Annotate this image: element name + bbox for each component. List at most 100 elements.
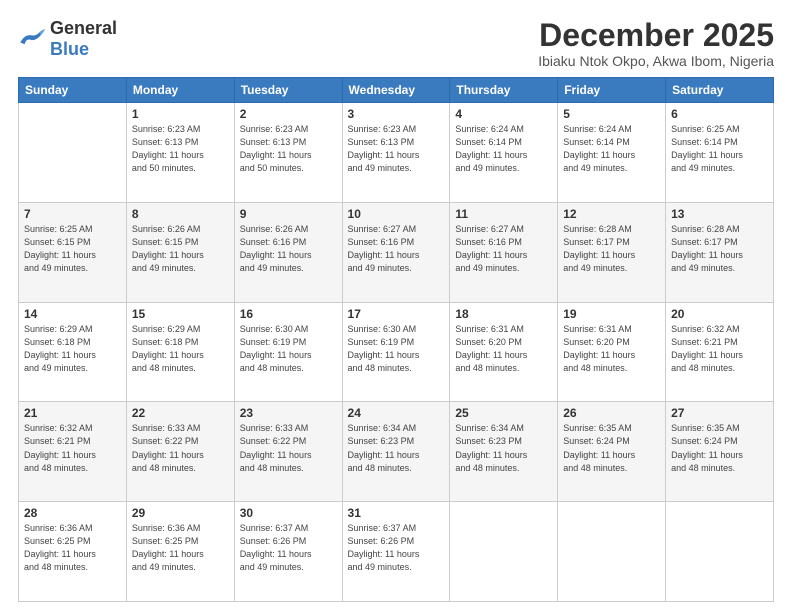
day-header-thursday: Thursday xyxy=(450,78,558,103)
cell-info: Sunrise: 6:26 AMSunset: 6:15 PMDaylight:… xyxy=(132,223,229,275)
calendar-cell: 2Sunrise: 6:23 AMSunset: 6:13 PMDaylight… xyxy=(234,103,342,203)
cell-info: Sunrise: 6:35 AMSunset: 6:24 PMDaylight:… xyxy=(671,422,768,474)
cell-info: Sunrise: 6:36 AMSunset: 6:25 PMDaylight:… xyxy=(132,522,229,574)
calendar-cell xyxy=(450,502,558,602)
cell-info: Sunrise: 6:36 AMSunset: 6:25 PMDaylight:… xyxy=(24,522,121,574)
cell-info: Sunrise: 6:31 AMSunset: 6:20 PMDaylight:… xyxy=(455,323,552,375)
calendar-header-row: SundayMondayTuesdayWednesdayThursdayFrid… xyxy=(19,78,774,103)
calendar-cell: 13Sunrise: 6:28 AMSunset: 6:17 PMDayligh… xyxy=(666,202,774,302)
month-title: December 2025 xyxy=(538,18,774,53)
day-number: 23 xyxy=(240,406,337,420)
cell-info: Sunrise: 6:28 AMSunset: 6:17 PMDaylight:… xyxy=(563,223,660,275)
calendar-cell: 21 Sunrise: 6:32 AMSunset: 6:21 PMDayligh… xyxy=(19,402,127,502)
location: Ibiaku Ntok Okpo, Akwa Ibom, Nigeria xyxy=(538,53,774,69)
day-number: 8 xyxy=(132,207,229,221)
day-number: 20 xyxy=(671,307,768,321)
calendar-cell: 20 Sunrise: 6:32 AMSunset: 6:21 PMDayligh… xyxy=(666,302,774,402)
calendar-cell xyxy=(666,502,774,602)
day-number: 29 xyxy=(132,506,229,520)
day-number: 21 xyxy=(24,406,121,420)
calendar-cell: 12 Sunrise: 6:28 AMSunset: 6:17 PMDayligh… xyxy=(558,202,666,302)
cell-info: Sunrise: 6:34 AMSunset: 6:23 PMDaylight:… xyxy=(455,422,552,474)
calendar-cell: 8 Sunrise: 6:26 AMSunset: 6:15 PMDaylight… xyxy=(126,202,234,302)
calendar-cell: 16 Sunrise: 6:30 AMSunset: 6:19 PMDayligh… xyxy=(234,302,342,402)
cell-info: Sunrise: 6:32 AMSunset: 6:21 PMDaylight:… xyxy=(671,323,768,375)
cell-info: Sunrise: 6:30 AMSunset: 6:19 PMDaylight:… xyxy=(348,323,445,375)
day-number: 28 xyxy=(24,506,121,520)
cell-info: Sunrise: 6:34 AMSunset: 6:23 PMDaylight:… xyxy=(348,422,445,474)
day-number: 25 xyxy=(455,406,552,420)
day-number: 10 xyxy=(348,207,445,221)
day-number: 22 xyxy=(132,406,229,420)
cell-info: Sunrise: 6:26 AMSunset: 6:16 PMDaylight:… xyxy=(240,223,337,275)
cell-info: Sunrise: 6:23 AMSunset: 6:13 PMDaylight:… xyxy=(240,123,337,175)
day-number: 18 xyxy=(455,307,552,321)
calendar-cell: 31Sunrise: 6:37 AMSunset: 6:26 PMDayligh… xyxy=(342,502,450,602)
calendar-cell: 18 Sunrise: 6:31 AMSunset: 6:20 PMDayligh… xyxy=(450,302,558,402)
cell-info: Sunrise: 6:37 AMSunset: 6:26 PMDaylight:… xyxy=(240,522,337,574)
calendar-table: SundayMondayTuesdayWednesdayThursdayFrid… xyxy=(18,77,774,602)
cell-info: Sunrise: 6:33 AMSunset: 6:22 PMDaylight:… xyxy=(240,422,337,474)
week-row-5: 28 Sunrise: 6:36 AMSunset: 6:25 PMDayligh… xyxy=(19,502,774,602)
cell-info: Sunrise: 6:23 AMSunset: 6:13 PMDaylight:… xyxy=(348,123,445,175)
day-header-tuesday: Tuesday xyxy=(234,78,342,103)
cell-info: Sunrise: 6:27 AMSunset: 6:16 PMDaylight:… xyxy=(348,223,445,275)
calendar-cell: 22 Sunrise: 6:33 AMSunset: 6:22 PMDayligh… xyxy=(126,402,234,502)
cell-info: Sunrise: 6:25 AMSunset: 6:14 PMDaylight:… xyxy=(671,123,768,175)
cell-info: Sunrise: 6:32 AMSunset: 6:21 PMDaylight:… xyxy=(24,422,121,474)
day-number: 14 xyxy=(24,307,121,321)
calendar-cell: 7 Sunrise: 6:25 AMSunset: 6:15 PMDaylight… xyxy=(19,202,127,302)
week-row-4: 21 Sunrise: 6:32 AMSunset: 6:21 PMDayligh… xyxy=(19,402,774,502)
cell-info: Sunrise: 6:23 AMSunset: 6:13 PMDaylight:… xyxy=(132,123,229,175)
calendar-cell: 17 Sunrise: 6:30 AMSunset: 6:19 PMDayligh… xyxy=(342,302,450,402)
day-number: 7 xyxy=(24,207,121,221)
calendar-cell: 4Sunrise: 6:24 AMSunset: 6:14 PMDaylight… xyxy=(450,103,558,203)
calendar-cell: 28 Sunrise: 6:36 AMSunset: 6:25 PMDayligh… xyxy=(19,502,127,602)
cell-info: Sunrise: 6:35 AMSunset: 6:24 PMDaylight:… xyxy=(563,422,660,474)
day-header-sunday: Sunday xyxy=(19,78,127,103)
day-number: 1 xyxy=(132,107,229,121)
day-number: 15 xyxy=(132,307,229,321)
day-number: 3 xyxy=(348,107,445,121)
cell-info: Sunrise: 6:30 AMSunset: 6:19 PMDaylight:… xyxy=(240,323,337,375)
cell-info: Sunrise: 6:25 AMSunset: 6:15 PMDaylight:… xyxy=(24,223,121,275)
calendar-cell: 15 Sunrise: 6:29 AMSunset: 6:18 PMDayligh… xyxy=(126,302,234,402)
calendar-cell: 6 Sunrise: 6:25 AMSunset: 6:14 PMDaylight… xyxy=(666,103,774,203)
calendar-cell: 9 Sunrise: 6:26 AMSunset: 6:16 PMDaylight… xyxy=(234,202,342,302)
day-number: 12 xyxy=(563,207,660,221)
day-number: 17 xyxy=(348,307,445,321)
calendar-cell: 14Sunrise: 6:29 AMSunset: 6:18 PMDayligh… xyxy=(19,302,127,402)
day-number: 6 xyxy=(671,107,768,121)
logo-icon xyxy=(18,28,46,50)
calendar-cell: 30 Sunrise: 6:37 AMSunset: 6:26 PMDayligh… xyxy=(234,502,342,602)
cell-info: Sunrise: 6:37 AMSunset: 6:26 PMDaylight:… xyxy=(348,522,445,574)
day-number: 19 xyxy=(563,307,660,321)
calendar-cell: 5Sunrise: 6:24 AMSunset: 6:14 PMDaylight… xyxy=(558,103,666,203)
day-number: 16 xyxy=(240,307,337,321)
day-number: 9 xyxy=(240,207,337,221)
cell-info: Sunrise: 6:29 AMSunset: 6:18 PMDaylight:… xyxy=(132,323,229,375)
day-number: 11 xyxy=(455,207,552,221)
week-row-2: 7 Sunrise: 6:25 AMSunset: 6:15 PMDaylight… xyxy=(19,202,774,302)
week-row-3: 14 Sunrise: 6:29 AMSunset: 6:18 PMDayligh… xyxy=(19,302,774,402)
title-block: December 2025 Ibiaku Ntok Okpo, Akwa Ibo… xyxy=(538,18,774,69)
logo: General Blue xyxy=(18,18,117,60)
day-number: 27 xyxy=(671,406,768,420)
calendar-cell xyxy=(19,103,127,203)
calendar-cell: 19Sunrise: 6:31 AMSunset: 6:20 PMDayligh… xyxy=(558,302,666,402)
day-header-wednesday: Wednesday xyxy=(342,78,450,103)
calendar-cell: 26 Sunrise: 6:35 AMSunset: 6:24 PMDayligh… xyxy=(558,402,666,502)
day-number: 26 xyxy=(563,406,660,420)
logo-text: General Blue xyxy=(50,18,117,60)
day-header-saturday: Saturday xyxy=(666,78,774,103)
cell-info: Sunrise: 6:27 AMSunset: 6:16 PMDaylight:… xyxy=(455,223,552,275)
day-number: 30 xyxy=(240,506,337,520)
week-row-1: 1 Sunrise: 6:23 AMSunset: 6:13 PMDaylight… xyxy=(19,103,774,203)
calendar-cell: 3 Sunrise: 6:23 AMSunset: 6:13 PMDaylight… xyxy=(342,103,450,203)
calendar-cell: 11 Sunrise: 6:27 AMSunset: 6:16 PMDayligh… xyxy=(450,202,558,302)
calendar-cell: 29 Sunrise: 6:36 AMSunset: 6:25 PMDayligh… xyxy=(126,502,234,602)
calendar-cell: 24Sunrise: 6:34 AMSunset: 6:23 PMDayligh… xyxy=(342,402,450,502)
cell-info: Sunrise: 6:33 AMSunset: 6:22 PMDaylight:… xyxy=(132,422,229,474)
cell-info: Sunrise: 6:24 AMSunset: 6:14 PMDaylight:… xyxy=(455,123,552,175)
day-header-friday: Friday xyxy=(558,78,666,103)
